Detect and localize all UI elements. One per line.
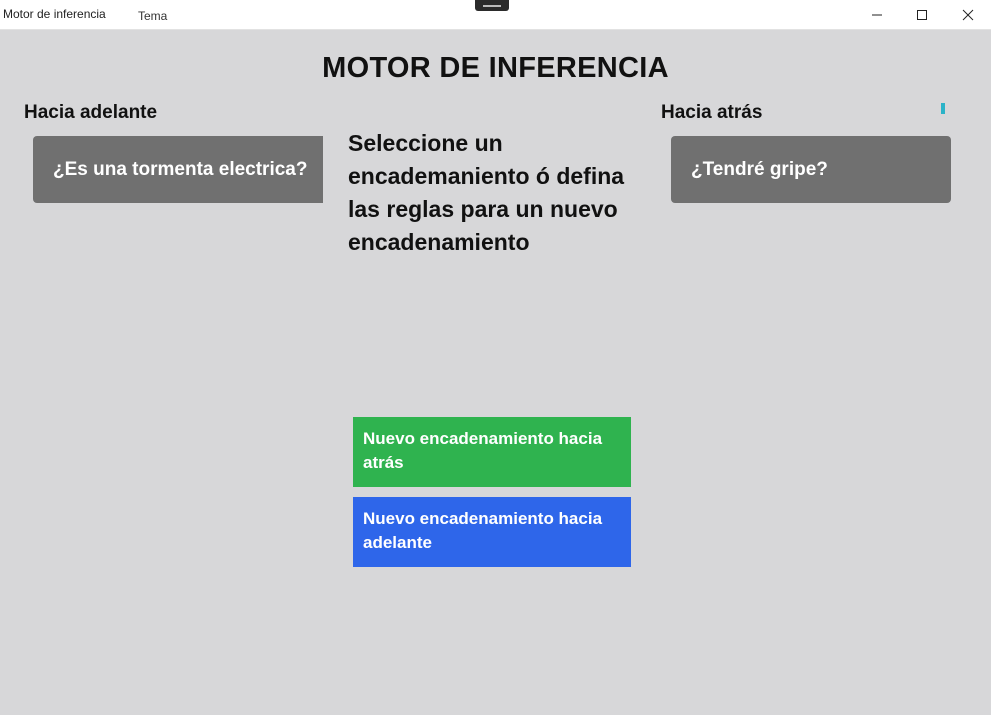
minimize-button[interactable] [854, 0, 900, 30]
minimize-icon [872, 14, 882, 16]
main-content: MOTOR DE INFERENCIA Hacia adelante Hacia… [0, 30, 991, 715]
page-title: MOTOR DE INFERENCIA [322, 52, 669, 84]
backward-section-label: Hacia atrás [661, 102, 763, 123]
app-title: Motor de inferencia [3, 7, 106, 21]
drag-handle[interactable] [475, 0, 509, 11]
backward-chain-item[interactable]: ¿Tendré gripe? [671, 136, 951, 203]
close-icon [962, 9, 974, 21]
menu-tema[interactable]: Tema [138, 9, 167, 23]
forward-chain-item[interactable]: ¿Es una tormenta electrica? [33, 136, 323, 203]
new-backward-chain-button[interactable]: Nuevo encadenamiento hacia atrás [353, 417, 631, 487]
instruction-text: Seleccione un encademaniento ó defina la… [348, 130, 625, 255]
close-button[interactable] [945, 0, 991, 30]
maximize-icon [917, 10, 927, 20]
maximize-button[interactable] [899, 0, 945, 30]
scroll-indicator[interactable] [941, 103, 945, 114]
title-bar: Motor de inferencia Tema [0, 0, 991, 30]
forward-section-label: Hacia adelante [24, 102, 158, 123]
new-forward-chain-button[interactable]: Nuevo encadenamiento hacia adelante [353, 497, 631, 567]
